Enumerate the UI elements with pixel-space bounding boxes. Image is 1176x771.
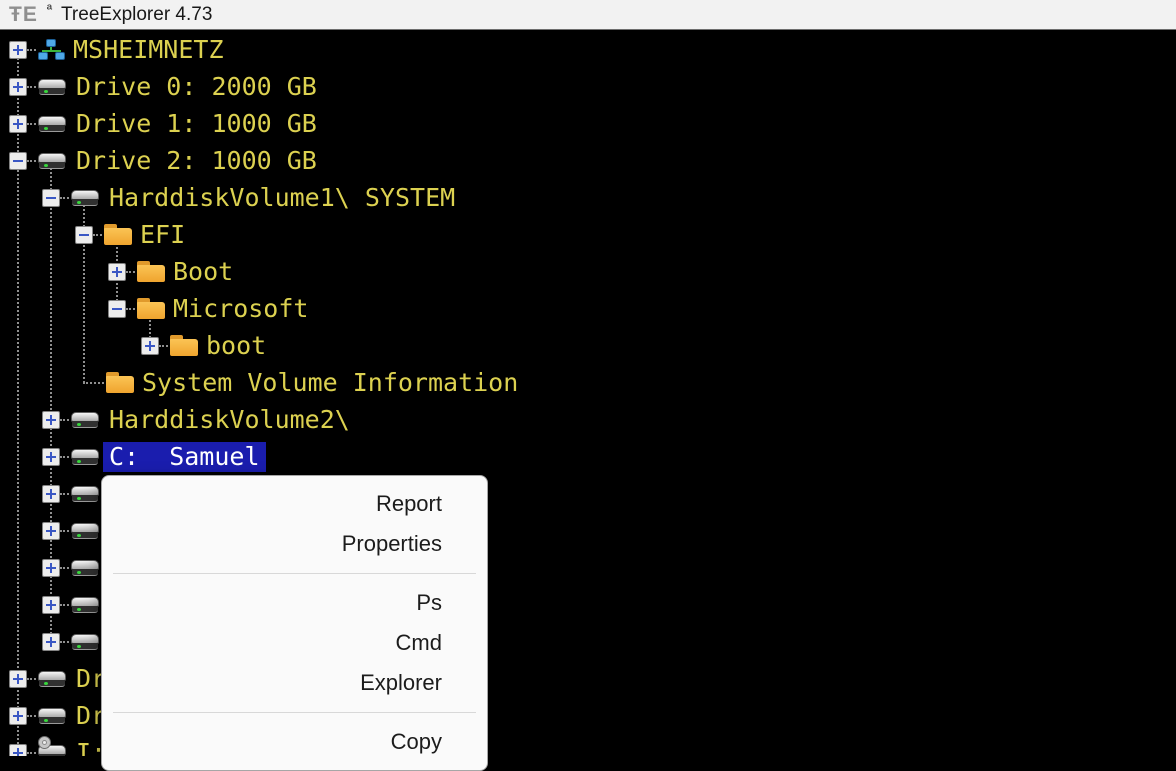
drive-icon	[38, 115, 68, 132]
tree-row-harddiskvolume2[interactable]: HarddiskVolume2\	[0, 401, 1176, 438]
tree-connector	[60, 493, 69, 495]
expand-plus-toggle[interactable]	[141, 337, 159, 355]
drive-icon	[71, 448, 101, 465]
drive-icon	[38, 707, 68, 724]
network-icon	[38, 39, 65, 60]
tree-row-label-selected: C: Samuel	[103, 442, 266, 472]
tree-row-msheimnetz[interactable]: MSHEIMNETZ	[0, 31, 1176, 68]
drive-icon	[71, 189, 101, 206]
expand-plus-toggle[interactable]	[9, 41, 27, 59]
expand-plus-toggle[interactable]	[42, 448, 60, 466]
expand-plus-toggle[interactable]	[9, 744, 27, 757]
tree-row-label: MSHEIMNETZ	[73, 35, 224, 65]
menu-separator	[113, 712, 476, 713]
tree-row-label: EFI	[140, 220, 185, 250]
tree-connector	[27, 123, 36, 125]
tree-row-efi[interactable]: EFI	[0, 216, 1176, 253]
drive-icon	[71, 522, 101, 539]
tree-row-label: Drive 2: 1000 GB	[76, 146, 317, 176]
expand-plus-toggle[interactable]	[9, 670, 27, 688]
expand-plus-toggle[interactable]	[9, 115, 27, 133]
expand-plus-toggle[interactable]	[108, 263, 126, 281]
drive-icon	[38, 152, 68, 169]
context-menu: ReportProperties PsCmdExplorer Copy	[101, 475, 488, 771]
title-superscript: ª	[47, 1, 52, 17]
tree-row-boot[interactable]: boot	[0, 327, 1176, 364]
tree-row-drive-1-1000-gb[interactable]: Drive 1: 1000 GB	[0, 105, 1176, 142]
menu-item-explorer[interactable]: Explorer	[102, 663, 487, 703]
tree-connector	[159, 345, 168, 347]
menu-item-cmd[interactable]: Cmd	[102, 623, 487, 663]
tree-row-label: boot	[206, 331, 266, 361]
tree-connector	[60, 197, 69, 199]
folder-icon	[106, 372, 134, 393]
tree-row-c-samuel[interactable]: C: Samuel	[0, 438, 1176, 475]
drive-icon	[71, 559, 101, 576]
expand-plus-toggle[interactable]	[42, 485, 60, 503]
menu-item-ps[interactable]: Ps	[102, 583, 487, 623]
tree-connector	[60, 604, 69, 606]
tree-row-label: System Volume Information	[142, 368, 518, 398]
tree-row-drive-0-2000-gb[interactable]: Drive 0: 2000 GB	[0, 68, 1176, 105]
expand-plus-toggle[interactable]	[9, 707, 27, 725]
collapse-minus-toggle[interactable]	[75, 226, 93, 244]
menu-item-copy[interactable]: Copy	[102, 722, 487, 762]
tree-row-microsoft[interactable]: Microsoft	[0, 290, 1176, 327]
tree-row-label: Drive 0: 2000 GB	[76, 72, 317, 102]
drive-icon	[38, 78, 68, 95]
tree-connector	[83, 382, 104, 384]
tree-connector	[27, 160, 36, 162]
tree-connector	[60, 530, 69, 532]
folder-icon	[137, 261, 165, 282]
drive-icon	[38, 670, 68, 687]
expand-plus-toggle[interactable]	[42, 559, 60, 577]
folder-icon	[170, 335, 198, 356]
tree-connector	[60, 567, 69, 569]
tree-connector	[27, 86, 36, 88]
tree-connector	[93, 234, 102, 236]
drive-icon	[71, 633, 101, 650]
tree-connector	[60, 456, 69, 458]
tree-row-label: Boot	[173, 257, 233, 287]
menu-separator	[113, 573, 476, 574]
drive-icon	[71, 411, 101, 428]
tree-row-label: HarddiskVolume1\ SYSTEM	[109, 183, 455, 213]
folder-icon	[104, 224, 132, 245]
menu-item-report[interactable]: Report	[102, 484, 487, 524]
folder-icon	[137, 298, 165, 319]
tree-row-harddiskvolume1-system[interactable]: HarddiskVolume1\ SYSTEM	[0, 179, 1176, 216]
tree-row-label: Microsoft	[173, 294, 308, 324]
tree-connector	[126, 308, 135, 310]
drive-icon	[71, 596, 101, 613]
collapse-minus-toggle[interactable]	[9, 152, 27, 170]
tree-connector	[27, 752, 36, 754]
drive-icon	[71, 485, 101, 502]
tree-row-label: Drive 1: 1000 GB	[76, 109, 317, 139]
collapse-minus-toggle[interactable]	[42, 189, 60, 207]
expand-plus-toggle[interactable]	[42, 596, 60, 614]
window-title: TreeExplorer 4.73	[61, 4, 212, 26]
collapse-minus-toggle[interactable]	[108, 300, 126, 318]
tree-connector	[126, 271, 135, 273]
tree-connector	[60, 419, 69, 421]
app-icon: ŦE	[9, 4, 38, 25]
expand-plus-toggle[interactable]	[42, 633, 60, 651]
tree-row-label: HarddiskVolume2\	[109, 405, 350, 435]
tree-connector	[60, 641, 69, 643]
tree-row-system-volume-information[interactable]: System Volume Information	[0, 364, 1176, 401]
drive-disc-icon	[38, 744, 68, 756]
expand-plus-toggle[interactable]	[42, 522, 60, 540]
tree-row-boot[interactable]: Boot	[0, 253, 1176, 290]
tree-connector	[27, 49, 36, 51]
menu-item-properties[interactable]: Properties	[102, 524, 487, 564]
expand-plus-toggle[interactable]	[9, 78, 27, 96]
tree-row-drive-2-1000-gb[interactable]: Drive 2: 1000 GB	[0, 142, 1176, 179]
tree-connector	[27, 678, 36, 680]
expand-plus-toggle[interactable]	[42, 411, 60, 429]
title-bar: ŦE ª TreeExplorer 4.73	[0, 0, 1176, 30]
tree-connector	[27, 715, 36, 717]
